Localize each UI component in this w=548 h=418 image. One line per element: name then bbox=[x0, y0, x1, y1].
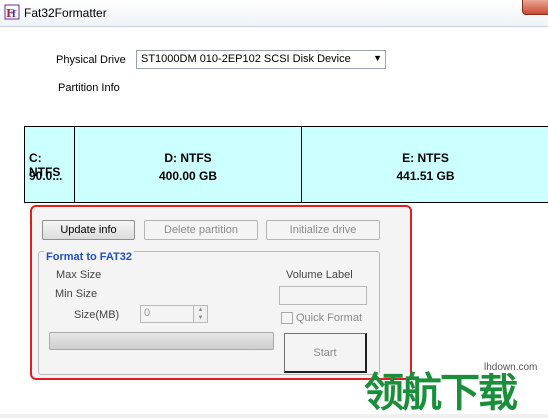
app-icon: F f bbox=[4, 4, 20, 20]
watermark-url: lhdown.com bbox=[484, 362, 538, 373]
format-progress-bar bbox=[49, 332, 274, 350]
partition-info-label: Partition Info bbox=[58, 82, 120, 94]
volume-label-input[interactable] bbox=[279, 286, 367, 305]
size-input[interactable]: 0 bbox=[140, 305, 194, 323]
window-title: Fat32Formatter bbox=[24, 6, 107, 20]
partition-c[interactable]: C: NTFS 90.0... bbox=[25, 127, 75, 202]
partition-e[interactable]: E: NTFS 441.51 GB bbox=[302, 127, 548, 202]
update-info-button[interactable]: Update info bbox=[42, 220, 135, 240]
partition-bar: C: NTFS 90.0... D: NTFS 400.00 GB E: NTF… bbox=[24, 126, 548, 203]
physical-drive-value: ST1000DM 010-2EP102 SCSI Disk Device bbox=[141, 53, 351, 65]
chevron-up-icon[interactable]: ▲ bbox=[194, 306, 207, 314]
delete-partition-button[interactable]: Delete partition bbox=[144, 220, 258, 240]
physical-drive-select[interactable]: ST1000DM 010-2EP102 SCSI Disk Device ▼ bbox=[136, 50, 386, 69]
size-stepper[interactable]: ▲ ▼ bbox=[193, 305, 208, 323]
physical-drive-label: Physical Drive bbox=[56, 54, 126, 66]
partition-name: E: NTFS bbox=[402, 151, 449, 165]
initialize-drive-button[interactable]: Initialize drive bbox=[266, 220, 380, 240]
partition-d[interactable]: D: NTFS 400.00 GB bbox=[75, 127, 302, 202]
partition-size: 400.00 GB bbox=[158, 169, 218, 183]
quick-format-checkbox[interactable] bbox=[281, 312, 293, 324]
title-bar: F f Fat32Formatter bbox=[0, 0, 548, 27]
start-button[interactable]: Start bbox=[284, 333, 367, 373]
close-button[interactable] bbox=[522, 0, 548, 15]
max-size-label: Max Size bbox=[56, 269, 102, 281]
min-size-label: Min Size bbox=[55, 288, 98, 300]
size-mb-label: Size(MB) bbox=[74, 309, 120, 321]
partition-name: D: NTFS bbox=[164, 151, 212, 165]
volume-label-label: Volume Label bbox=[286, 269, 353, 281]
partition-size: 441.51 GB bbox=[396, 169, 455, 183]
dropdown-arrow-icon[interactable]: ▼ bbox=[373, 53, 382, 63]
chevron-down-icon[interactable]: ▼ bbox=[194, 314, 207, 322]
partition-size: 90.0... bbox=[29, 169, 63, 183]
format-group-title: Format to FAT32 bbox=[44, 251, 134, 263]
quick-format-label: Quick Format bbox=[296, 312, 363, 324]
